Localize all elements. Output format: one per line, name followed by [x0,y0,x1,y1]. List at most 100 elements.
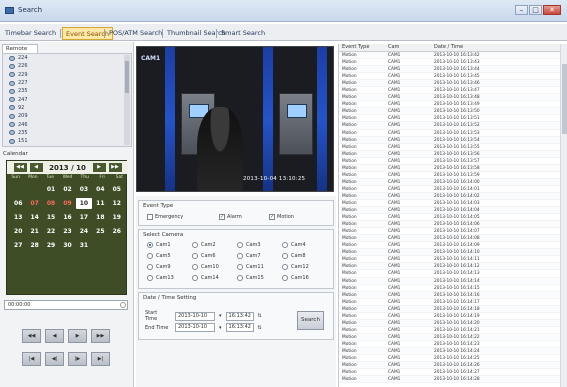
checkbox-box[interactable]: ✓ [269,214,275,220]
radio-circle[interactable] [282,264,288,270]
search-button[interactable]: Search [297,311,324,330]
table-row[interactable]: Motion CAM1 2013-10-10 16:14:10 [339,249,567,257]
start-time-field[interactable]: 16:13:42 [225,311,254,321]
table-row[interactable]: Motion CAM1 2013-10-10 16:14:15 [339,285,567,292]
camera-tree-item[interactable]: 209 [3,112,131,120]
table-row[interactable]: Motion CAM1 2013-10-10 16:14:25 [339,355,567,363]
calendar-day[interactable]: 19 [109,212,125,223]
camera-radio-cam11[interactable]: Cam11 [237,264,282,270]
calendar-day-selected[interactable]: 10 [75,198,93,209]
camera-radio-cam9[interactable]: Cam9 [147,264,192,270]
step-forward-button[interactable]: |▶ [68,352,87,366]
table-row[interactable]: Motion CAM1 2013-10-10 16:13:52 [339,122,567,130]
checkbox-box[interactable]: ✓ [219,214,225,220]
radio-circle[interactable] [147,275,153,281]
table-row[interactable]: Motion CAM1 2013-10-10 16:13:53 [339,130,567,137]
calendar-day[interactable]: 07 [26,198,42,209]
table-row[interactable]: Motion CAM1 2013-10-10 16:13:45 [339,73,567,81]
calendar-day[interactable]: 01 [43,184,59,195]
calendar-day[interactable]: 21 [26,226,42,237]
table-row[interactable]: Motion CAM1 2013-10-10 16:14:00 [339,178,567,186]
radio-circle[interactable] [192,253,198,259]
radio-circle[interactable] [282,253,288,259]
play-button[interactable]: ▶ [68,329,87,343]
camera-radio-cam6[interactable]: Cam6 [192,253,237,259]
camera-radio-cam16[interactable]: Cam16 [282,275,327,281]
table-row[interactable]: Motion CAM1 2013-10-10 16:13:54 [339,136,567,144]
event-type-motion-checkbox[interactable]: ✓ Motion [269,214,294,220]
table-row[interactable]: Motion CAM1 2013-10-10 16:14:27 [339,369,567,377]
table-row[interactable]: Motion CAM1 2013-10-10 16:13:51 [339,115,567,123]
maximize-button[interactable]: □ [529,5,542,15]
calendar-day[interactable]: 15 [43,212,59,223]
radio-circle[interactable] [282,275,288,281]
calendar-day[interactable]: 14 [26,212,42,223]
calendar-day[interactable]: 24 [76,226,92,237]
table-row[interactable]: Motion CAM1 2013-10-10 16:14:09 [339,242,567,250]
go-end-button[interactable]: ▶| [91,352,110,366]
table-row[interactable]: Motion CAM1 2013-10-10 16:14:01 [339,186,567,193]
table-row[interactable]: Motion CAM1 2013-10-10 16:14:13 [339,270,567,278]
camera-radio-cam15[interactable]: Cam15 [237,275,282,281]
radio-circle[interactable] [282,242,288,248]
camera-tree-item[interactable]: 226 [3,62,131,70]
camera-tree-item[interactable]: 224 [3,54,131,62]
radio-circle[interactable] [192,242,198,248]
prev-month-button[interactable]: ◀ [29,163,43,172]
col-event-type[interactable]: Event Type [342,44,388,51]
remote-tab[interactable]: Remote [2,44,38,53]
camera-radio-cam7[interactable]: Cam7 [237,253,282,259]
radio-circle[interactable] [237,253,243,259]
table-row[interactable]: Motion CAM1 2013-10-10 16:13:57 [339,158,567,165]
calendar-day[interactable]: 30 [59,240,75,251]
tab-smart-search[interactable]: Smart Search [218,27,268,40]
next-year-button[interactable]: ▶▶ [108,163,122,172]
table-row[interactable]: Motion CAM1 2013-10-10 16:14:16 [339,291,567,299]
calendar-day[interactable]: 13 [10,212,26,223]
calendar-day[interactable]: 28 [26,240,42,251]
table-row[interactable]: Motion CAM1 2013-10-10 16:13:42 [339,52,567,60]
camera-radio-cam4[interactable]: Cam4 [282,242,327,248]
next-month-button[interactable]: ▶ [92,163,106,172]
table-row[interactable]: Motion CAM1 2013-10-10 16:13:46 [339,80,567,88]
calendar-day[interactable]: 04 [92,184,108,195]
camera-tree-item[interactable]: 229 [3,71,131,79]
calendar-day[interactable]: 22 [43,226,59,237]
table-row[interactable]: Motion CAM1 2013-10-10 16:14:03 [339,200,567,208]
table-row[interactable]: Motion CAM1 2013-10-10 16:14:04 [339,207,567,215]
end-time-field[interactable]: 16:13:42 [225,323,254,332]
table-row[interactable]: Motion CAM1 2013-10-10 16:14:22 [339,333,567,341]
table-row[interactable]: Motion CAM1 2013-10-10 16:14:26 [339,362,567,370]
camera-radio-cam3[interactable]: Cam3 [237,242,282,248]
table-row[interactable]: Motion CAM1 2013-10-10 16:13:47 [339,87,567,95]
radio-circle[interactable] [147,253,153,259]
table-row[interactable]: Motion CAM1 2013-10-10 16:13:58 [339,164,567,172]
col-cam[interactable]: Cam [388,44,434,51]
event-type-alarm-checkbox[interactable]: ✓ Alarm [219,214,242,220]
table-row[interactable]: Motion CAM1 2013-10-10 16:14:14 [339,277,567,285]
event-type-emergency-checkbox[interactable]: Emergency [147,214,183,220]
radio-circle[interactable] [147,264,153,270]
camera-radio-cam14[interactable]: Cam14 [192,275,237,281]
radio-circle[interactable] [147,242,153,248]
table-row[interactable]: Motion CAM1 2013-10-10 16:14:11 [339,256,567,264]
table-row[interactable]: Motion CAM1 2013-10-10 16:14:07 [339,228,567,236]
go-start-button[interactable]: |◀ [22,352,41,366]
chevron-down-icon[interactable]: ▾ [219,313,222,319]
radio-circle[interactable] [237,242,243,248]
calendar-day[interactable]: 18 [92,212,108,223]
camera-tree-item[interactable]: 246 [3,120,131,128]
camera-radio-cam2[interactable]: Cam2 [192,242,237,248]
table-row[interactable]: Motion CAM1 2013-10-10 16:13:43 [339,59,567,67]
table-row[interactable]: Motion CAM1 2013-10-10 16:14:08 [339,235,567,243]
table-row[interactable]: Motion CAM1 2013-10-10 16:14:02 [339,192,567,200]
table-row[interactable]: Motion CAM1 2013-10-10 16:14:23 [339,341,567,348]
camera-tree-item[interactable]: 227 [3,79,131,87]
calendar-day[interactable]: 20 [10,226,26,237]
minimize-button[interactable]: – [515,5,528,15]
table-row[interactable]: Motion CAM1 2013-10-10 16:14:06 [339,221,567,229]
radio-circle[interactable] [192,275,198,281]
camera-tree-item[interactable]: 235 [3,129,131,137]
table-row[interactable]: Motion CAM1 2013-10-10 16:13:59 [339,172,567,179]
table-row[interactable]: Motion CAM1 2013-10-10 16:14:24 [339,347,567,356]
